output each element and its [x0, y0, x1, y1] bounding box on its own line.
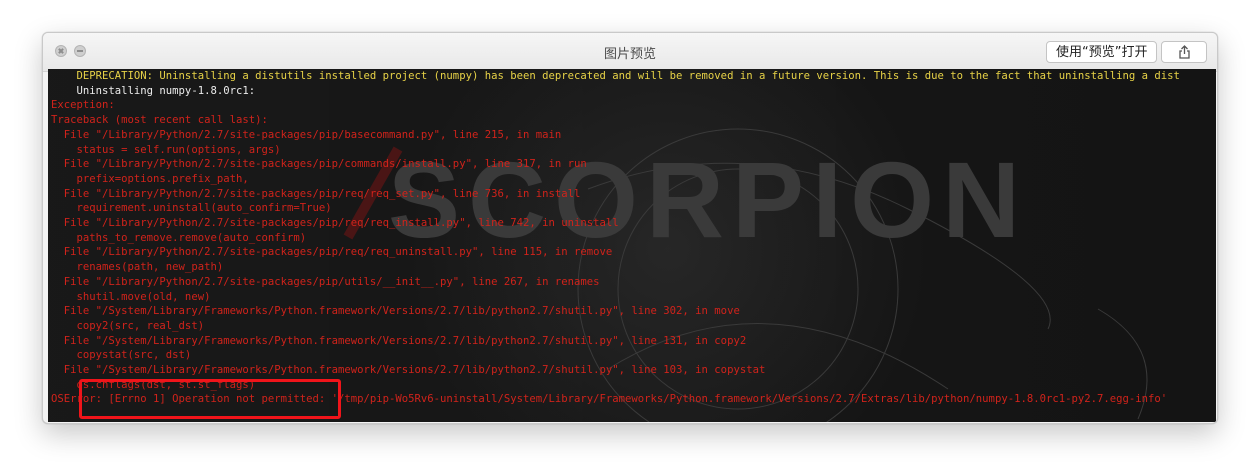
- terminal-screenshot: SCORPION DEPRECATION: Uninstalling a dis…: [48, 69, 1216, 422]
- terminal-line: paths_to_remove.remove(auto_confirm): [51, 231, 307, 244]
- terminal-line: Traceback (most recent call last):: [51, 114, 268, 127]
- terminal-line: File "/System/Library/Frameworks/Python.…: [51, 364, 766, 377]
- terminal-line: File "/System/Library/Frameworks/Python.…: [51, 305, 740, 318]
- share-icon: [1179, 45, 1190, 59]
- terminal-line: shutil.move(old, new): [51, 290, 211, 303]
- terminal-line: renames(path, new_path): [51, 261, 224, 274]
- terminal-line: File "/Library/Python/2.7/site-packages/…: [51, 275, 600, 288]
- terminal-line: File "/Library/Python/2.7/site-packages/…: [51, 217, 619, 230]
- preview-window: 图片预览 使用“预览”打开 SCORPION DEPRECATION: Unin…: [42, 32, 1218, 424]
- terminal-line: DEPRECATION: Uninstalling a distutils in…: [51, 70, 1180, 82]
- terminal-line: Exception:: [51, 99, 115, 112]
- error-highlight-box: [79, 379, 341, 419]
- title-bar: 图片预览 使用“预览”打开: [43, 33, 1217, 72]
- terminal-line: Uninstalling numpy-1.8.0rc1:: [51, 84, 256, 97]
- terminal-line: File "/Library/Python/2.7/site-packages/…: [51, 246, 613, 259]
- terminal-line: copy2(src, real_dst): [51, 319, 205, 332]
- terminal-line: status = self.run(options, args): [51, 143, 281, 156]
- terminal-line: copystat(src, dst): [51, 349, 192, 362]
- terminal-line: File "/Library/Python/2.7/site-packages/…: [51, 158, 587, 171]
- terminal-output: DEPRECATION: Uninstalling a distutils in…: [51, 69, 1180, 407]
- terminal-line: File "/Library/Python/2.7/site-packages/…: [51, 128, 562, 141]
- terminal-line: prefix=options.prefix_path,: [51, 172, 249, 185]
- share-button[interactable]: [1161, 41, 1207, 63]
- terminal-line: requirement.uninstall(auto_confirm=True): [51, 202, 332, 215]
- window-title: 图片预览: [603, 47, 656, 62]
- terminal-line: File "/System/Library/Frameworks/Python.…: [51, 334, 747, 347]
- terminal-line: File "/Library/Python/2.7/site-packages/…: [51, 187, 581, 200]
- open-with-preview-button[interactable]: 使用“预览”打开: [1046, 41, 1158, 63]
